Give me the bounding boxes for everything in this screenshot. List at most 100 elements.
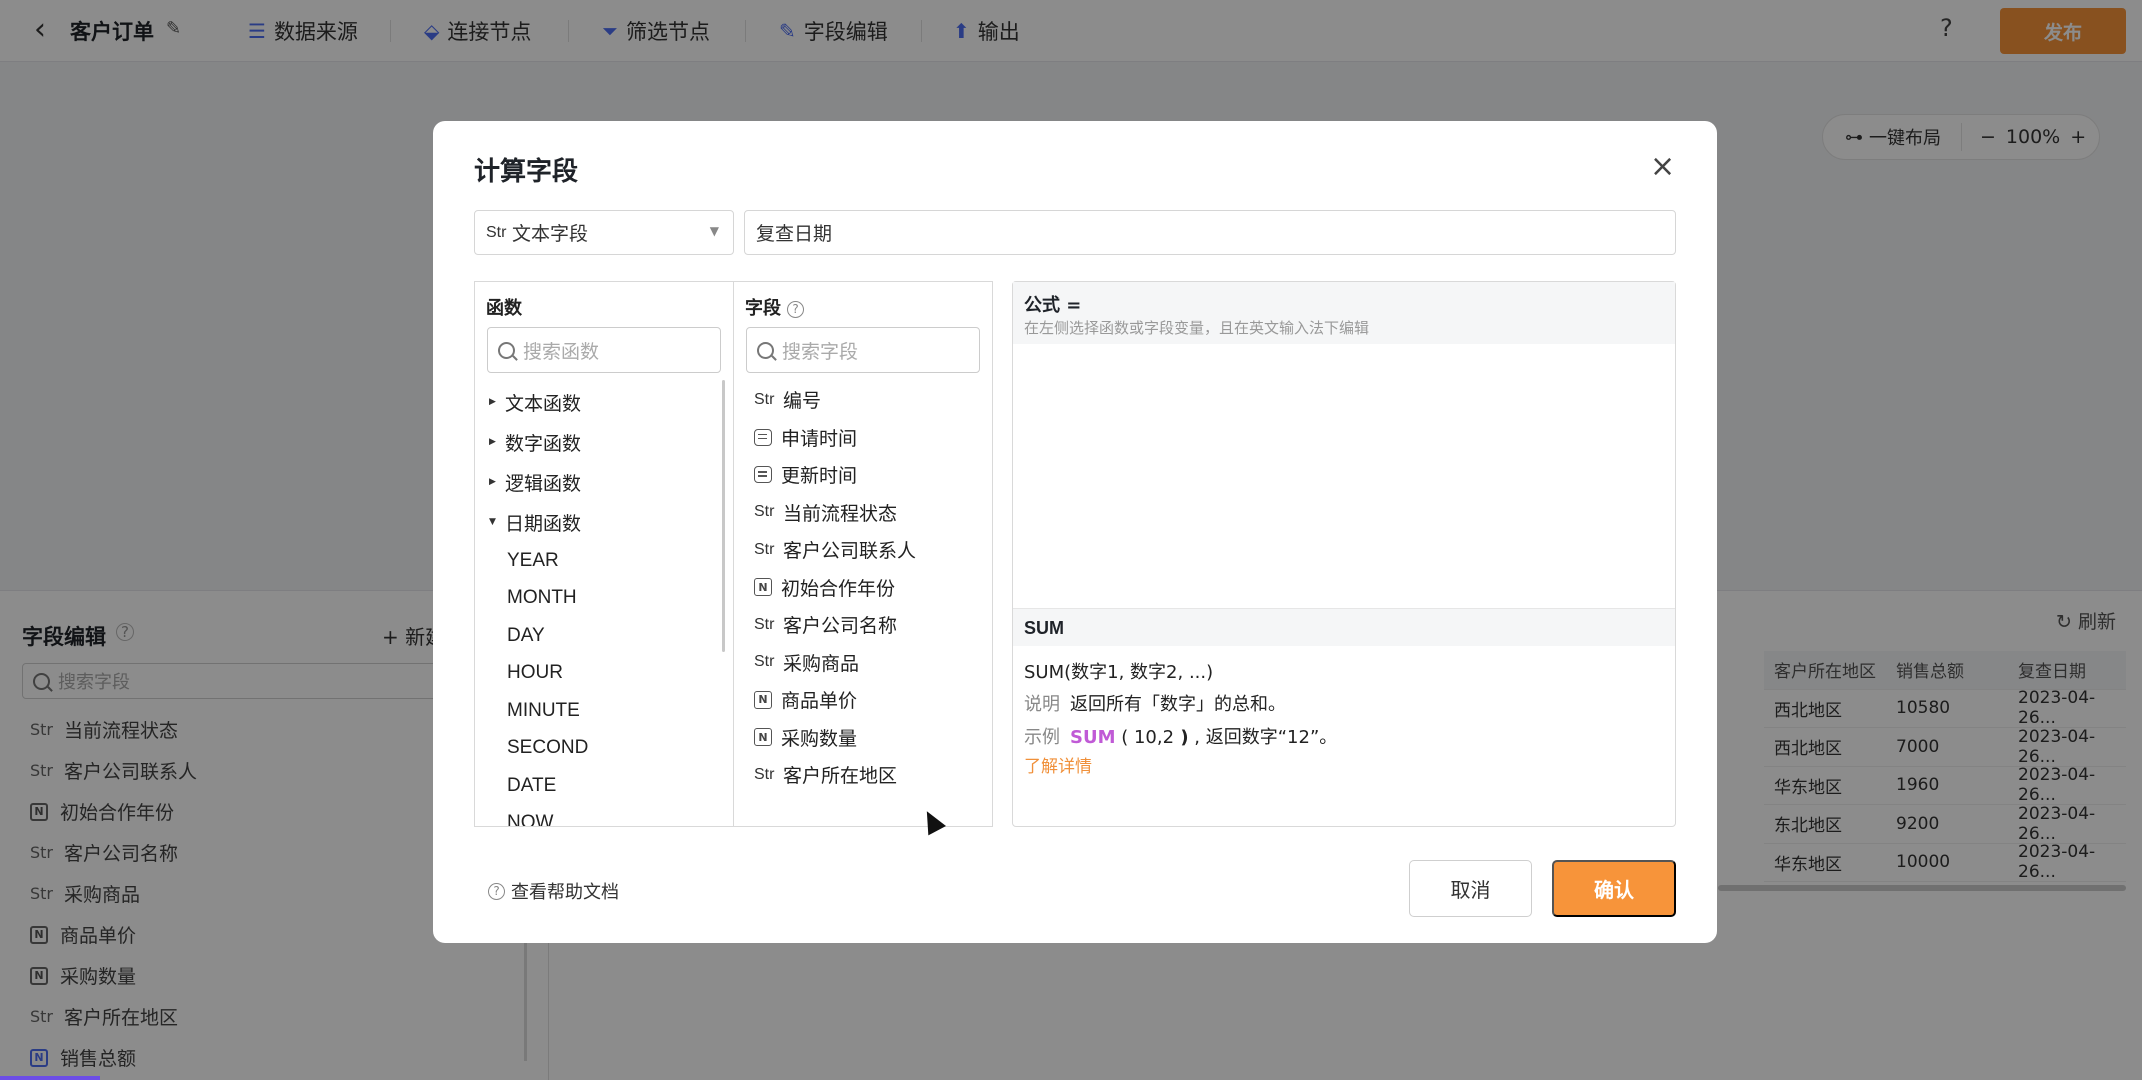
list-item[interactable]: N 商品单价 [754,681,916,719]
function-day[interactable]: DAY [489,617,721,655]
field-name-value: 复查日期 [756,223,833,245]
list-item[interactable]: Str 客户公司联系人 [754,531,916,569]
category-label: 数字函数 [505,432,582,455]
field-variable-list: Str 编号 申请时间 更新时间 Str 当前流程状态 Str 客户公司联系人 N 初始… [754,381,916,794]
close-icon[interactable]: × [1650,149,1675,184]
function-doc-name: SUM [1024,618,1064,638]
function-description: 说明 返回所有「数字」的总和。 [1024,690,1286,716]
string-type-icon: Str [486,223,507,241]
field-type-select[interactable]: Str 文本字段 ▼ [474,210,734,255]
function-year[interactable]: YEAR [489,542,721,580]
search-icon [757,341,774,359]
example-keyword: SUM [1070,727,1116,748]
string-type-icon: Str [754,540,775,558]
dialog-title: 计算字段 [474,157,579,187]
caret-right-icon: ▶ [489,477,496,487]
field-pane: 字段? 搜索字段 Str 编号 申请时间 更新时间 Str 当前流程状态 Str 客户… [733,281,993,827]
field-pane-label: 字段 [745,298,781,319]
field-label: 客户所在地区 [783,765,898,788]
help-doc-label: 查看帮助文档 [511,882,619,903]
field-name-input[interactable]: 复查日期 [744,210,1676,255]
function-signature: SUM(数字1, 数字2, ...) [1024,662,1214,683]
function-example: 示例 SUM ( 10,2 ) , 返回数字“12”。 [1024,723,1337,749]
field-pane-title: 字段? [745,294,804,320]
list-item[interactable]: Str 采购商品 [754,644,916,682]
category-label: 文本函数 [505,392,582,415]
number-type-icon: N [754,690,772,709]
list-item[interactable]: Str 客户公司名称 [754,606,916,644]
formula-hint: 在左侧选择函数或字段变量，且在英文输入法下编辑 [1024,319,1370,337]
string-type-icon: Str [754,503,775,521]
list-item[interactable]: Str 当前流程状态 [754,494,916,532]
example-result: , 返回数字“12”。 [1188,727,1338,748]
description-label: 说明 [1024,694,1060,715]
example-label: 示例 [1024,727,1060,748]
field-label: 初始合作年份 [781,577,896,600]
confirm-button[interactable]: 确认 [1552,860,1676,917]
cancel-button[interactable]: 取消 [1409,860,1532,917]
calculated-field-dialog: 计算字段 × Str 文本字段 ▼ 复查日期 函数 搜索函数 ▶ 文本函数 ▶ 数字… [433,121,1717,943]
function-now[interactable]: NOW [489,805,721,826]
field-search-input[interactable]: 搜索字段 [746,327,980,373]
function-category-number[interactable]: ▶ 数字函数 [489,422,721,462]
function-category-date[interactable]: ▼ 日期函数 [489,502,721,542]
field-label: 采购数量 [781,727,858,750]
date-type-icon [754,428,772,446]
formula-header: 公式 = 在左侧选择函数或字段变量，且在英文输入法下编辑 [1013,282,1675,344]
formula-editor[interactable] [1013,344,1675,608]
field-label: 当前流程状态 [783,502,898,525]
caret-down-icon: ▼ [489,517,496,527]
function-doc-header: SUM [1013,608,1675,646]
field-label: 申请时间 [781,427,858,450]
list-item[interactable]: Str 编号 [754,381,916,419]
field-label: 更新时间 [781,465,858,488]
number-type-icon: N [754,578,772,597]
list-item[interactable]: N 初始合作年份 [754,569,916,607]
function-pane: 函数 搜索函数 ▶ 文本函数 ▶ 数字函数 ▶ 逻辑函数 ▼ 日期函数 YEAR MON… [474,281,734,827]
search-placeholder: 搜索函数 [523,340,600,363]
example-close-paren: ) [1174,727,1189,748]
function-minute[interactable]: MINUTE [489,692,721,730]
caret-right-icon: ▶ [489,437,496,447]
function-hour[interactable]: HOUR [489,655,721,693]
list-item[interactable]: N 采购数量 [754,719,916,757]
formula-label: 公式 = [1024,295,1082,316]
string-type-icon: Str [754,653,775,671]
field-label: 客户公司联系人 [783,540,917,563]
category-label: 日期函数 [505,512,582,535]
field-label: 编号 [783,390,822,413]
list-item[interactable]: 申请时间 [754,419,916,457]
example-args: 10,2 [1133,727,1175,748]
help-icon[interactable]: ? [787,301,804,318]
field-label: 商品单价 [781,690,858,713]
function-category-logic[interactable]: ▶ 逻辑函数 [489,462,721,502]
formula-pane: 公式 = 在左侧选择函数或字段变量，且在英文输入法下编辑 SUM SUM(数字1… [1012,281,1676,827]
caret-right-icon: ▶ [489,397,496,407]
string-type-icon: Str [754,615,775,633]
search-placeholder: 搜索字段 [782,340,859,363]
list-item[interactable]: Str 客户所在地区 [754,756,916,794]
accent-bar [0,1076,100,1080]
function-category-text[interactable]: ▶ 文本函数 [489,382,721,422]
chevron-down-icon: ▼ [709,224,719,238]
field-label: 客户公司名称 [783,615,898,638]
example-open-paren: ( [1115,727,1134,748]
string-type-icon: Str [754,765,775,783]
list-item[interactable]: 更新时间 [754,456,916,494]
date-type-icon [754,466,772,484]
search-icon [498,341,515,359]
number-type-icon: N [754,728,772,747]
function-pane-title: 函数 [486,298,522,319]
function-second[interactable]: SECOND [489,730,721,768]
help-icon: ? [488,882,505,900]
learn-more-link[interactable]: 了解详情 [1024,752,1092,777]
string-type-icon: Str [754,390,775,408]
category-label: 逻辑函数 [505,472,582,495]
function-month[interactable]: MONTH [489,580,721,618]
scrollbar[interactable] [722,380,725,652]
function-date[interactable]: DATE [489,767,721,805]
function-search-input[interactable]: 搜索函数 [487,327,721,373]
function-tree: ▶ 文本函数 ▶ 数字函数 ▶ 逻辑函数 ▼ 日期函数 YEAR MONTH DAY H… [489,382,721,827]
field-label: 采购商品 [783,652,860,675]
help-doc-link[interactable]: ? 查看帮助文档 [488,878,619,904]
